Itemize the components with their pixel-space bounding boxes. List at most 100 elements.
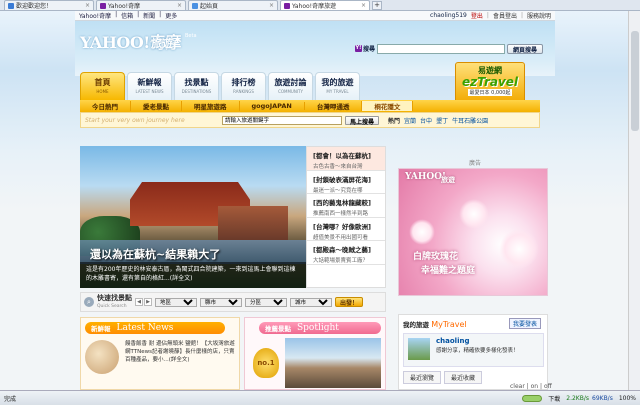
tab-my-travel[interactable]: 我的旅遊 MY TRAVEL (315, 72, 360, 100)
city-select[interactable]: 城市 (290, 297, 332, 307)
search-icon: ⌕ (84, 297, 94, 307)
tab-sublabel: MY TRAVEL (326, 89, 349, 94)
tab-close-icon[interactable]: × (269, 2, 274, 9)
clear-toggle[interactable]: clear | on | off (510, 383, 552, 390)
page-favicon-icon (192, 2, 198, 9)
section-title: 旅遊 (151, 37, 173, 50)
ybar-link-home[interactable]: Yahoo!奇摩 (79, 11, 111, 20)
member-logout-link[interactable]: 會員登出 (493, 11, 517, 20)
web-search-button[interactable]: 網頁搜尋 (507, 43, 544, 54)
hot-keyword-link[interactable]: 牛耳石雕公園 (452, 116, 488, 125)
hot-label: 熱門 (388, 117, 401, 125)
tab-label: 我的旅遊 (321, 78, 354, 87)
tab-destinations[interactable]: 找景點 DESTINATIONS (174, 72, 219, 100)
site-favicon-icon (8, 2, 14, 9)
journey-search-input[interactable] (222, 115, 342, 125)
hot-keyword-link[interactable]: 台中 (420, 116, 432, 125)
yahoo-travel-ad[interactable]: YAHOO! 旅遊 白牌玫瑰花 幸福難之題庭 (398, 168, 548, 296)
list-item[interactable]: [西的藝鬼林龍藏較] 推薦南西一樣然半到路 (307, 194, 385, 218)
yahoo-favicon-icon (100, 2, 106, 9)
quick-search-go-button[interactable]: 出發！ (335, 297, 364, 307)
quick-search-title-text: 快速找景點 (97, 293, 132, 302)
subnav-item-star-route[interactable]: 明星旅遊路 (182, 101, 240, 111)
district-select[interactable]: 分區 (245, 297, 287, 307)
ybar-link-news[interactable]: 新聞 (143, 11, 155, 20)
my-travel-message: 感謝分享，精確依要多樣化發表！ (436, 348, 519, 354)
news-text[interactable]: 饅香飯香 耐 邊佔無頭米 鹽館！【大坂灣旅遊網TTNews記者謝曉靜】長什麼樣的… (125, 340, 235, 364)
search-label: Y! 搜尋 (355, 44, 375, 53)
avatar[interactable] (408, 338, 430, 360)
feature-banner[interactable]: 還以為在蘇杭~結果賴大了 這是有200年歷史的林安泰古厝，為閩式四合院建築，一來… (80, 146, 306, 288)
tab-close-icon[interactable]: × (361, 2, 366, 9)
prev-arrow-icon[interactable]: ◀ (135, 298, 143, 306)
my-travel-title: 我的旅遊 MyTravel (403, 319, 467, 329)
hot-keyword-link[interactable]: 宜蘭 (404, 116, 416, 125)
list-item[interactable]: [台灣哪？好像歐洲] 超值美景不用出國可看 (307, 218, 385, 241)
eztravel-promo[interactable]: 易遊網 ezTravel 最愛日本 0,000起 (455, 62, 525, 104)
spotlight-label: 推薦景點 (265, 325, 291, 333)
browser-tab-bar: 歡迎歡迎您！ × Yahoo!奇摩 × 起始頁 × Yahoo!奇摩旅遊 × + (0, 0, 640, 11)
list-item-title: [封鎖破表滿屏花海] (313, 175, 371, 184)
my-travel-panel: 我的旅遊 MyTravel 我要發表 chaoling 感謝分享，精確依要多樣化… (398, 314, 548, 390)
logout-link[interactable]: 登出 (471, 11, 483, 20)
subnav-item-gogojapan[interactable]: gogoJAPAN (240, 102, 305, 110)
toggle-switch[interactable] (522, 394, 543, 402)
post-button[interactable]: 我要發表 (509, 318, 542, 329)
separator: | (520, 12, 523, 19)
tab-latest-news[interactable]: 新鮮報 LATEST NEWS (127, 72, 172, 100)
tab-close-icon[interactable]: × (177, 2, 182, 9)
news-thumbnail[interactable] (85, 340, 119, 374)
scrollbar-thumb[interactable] (631, 31, 639, 131)
ad-sub-logo: 旅遊 (441, 176, 455, 184)
journey-search-bar: Start your very own journey here 馬上搜尋 熱門… (80, 112, 540, 128)
web-search-input[interactable] (377, 43, 506, 54)
hot-keyword-link[interactable]: 墾丁 (436, 116, 448, 125)
my-travel-title-zh: 我的旅遊 (403, 321, 429, 329)
username[interactable]: chaoling519 (430, 12, 467, 19)
list-item[interactable]: [封鎖破表滿屏花海] 最迷一派～究竟在哪 (307, 171, 385, 194)
tab-community[interactable]: 旅遊討論 COMMUNITY (268, 72, 313, 100)
tab-label: 首頁 (94, 78, 111, 87)
subnav-item-taiwan[interactable]: 台灣呷通透 (305, 101, 363, 111)
spotlight-photo[interactable] (285, 338, 381, 388)
ybar-link-more[interactable]: 更多 (165, 11, 177, 20)
separator: | (486, 12, 489, 19)
download-speed: 69KB/s (592, 394, 613, 402)
my-travel-username[interactable]: chaoling (436, 337, 469, 345)
list-item[interactable]: [都會！以為在蘇杭] 古色古香～來自台灣 (307, 147, 385, 171)
browser-tab-3[interactable]: 起始頁 × (188, 0, 278, 10)
page-scrollbar[interactable] (628, 11, 640, 390)
county-select[interactable]: 縣市 (200, 297, 242, 307)
tab-home[interactable]: 首頁 HOME (80, 72, 125, 100)
list-item-subtitle: 大話範場景賣賓工廠？ (313, 258, 369, 264)
new-tab-button[interactable]: + (372, 1, 382, 10)
help-link[interactable]: 服務說明 (527, 11, 551, 20)
tab-label: 排行榜 (231, 78, 256, 87)
quick-search-pager: ◀ ▶ (135, 298, 152, 306)
ybar-link-mail[interactable]: 信箱 (121, 11, 133, 20)
browser-tab-2[interactable]: Yahoo!奇摩 × (96, 0, 186, 10)
separator: | (115, 11, 118, 18)
list-item[interactable]: [都殿森～晚賊之藝] 大話範場景賣賓工廠？ (307, 241, 385, 265)
tab-recent-viewed[interactable]: 最近瀏覽 (403, 371, 442, 384)
subnav-item-classic[interactable]: 愛老景點 (131, 101, 182, 111)
zoom-level[interactable]: 100% (619, 395, 636, 402)
feature-title[interactable]: 還以為在蘇杭~結果賴大了 (90, 246, 220, 262)
subnav-item-today[interactable]: 今日熱門 (80, 101, 131, 111)
network-speed: 2.2KB/s 69KB/s (566, 395, 613, 402)
journey-search-button[interactable]: 馬上搜尋 (345, 115, 380, 126)
separator: | (159, 11, 162, 18)
main-nav: 首頁 HOME 新鮮報 LATEST NEWS 找景點 DESTINATIONS… (80, 72, 360, 100)
download-button[interactable]: 下載 (548, 394, 560, 403)
feature-photo-building (218, 206, 288, 240)
subnav-item-tung-blossom[interactable]: 桐花隱文 (362, 101, 414, 111)
region-select[interactable]: 地區 (155, 297, 197, 307)
search-label-text: 搜尋 (363, 46, 376, 53)
tab-recent-saved[interactable]: 最近收藏 (444, 371, 483, 384)
tab-rankings[interactable]: 排行榜 RANKINGS (221, 72, 266, 100)
tab-close-icon[interactable]: × (85, 2, 90, 9)
tab-label: Yahoo!奇摩旅遊 (292, 3, 337, 10)
next-arrow-icon[interactable]: ▶ (144, 298, 152, 306)
browser-tab-4-active[interactable]: Yahoo!奇摩旅遊 × (280, 0, 370, 10)
browser-tab-1[interactable]: 歡迎歡迎您！ × (4, 0, 94, 10)
